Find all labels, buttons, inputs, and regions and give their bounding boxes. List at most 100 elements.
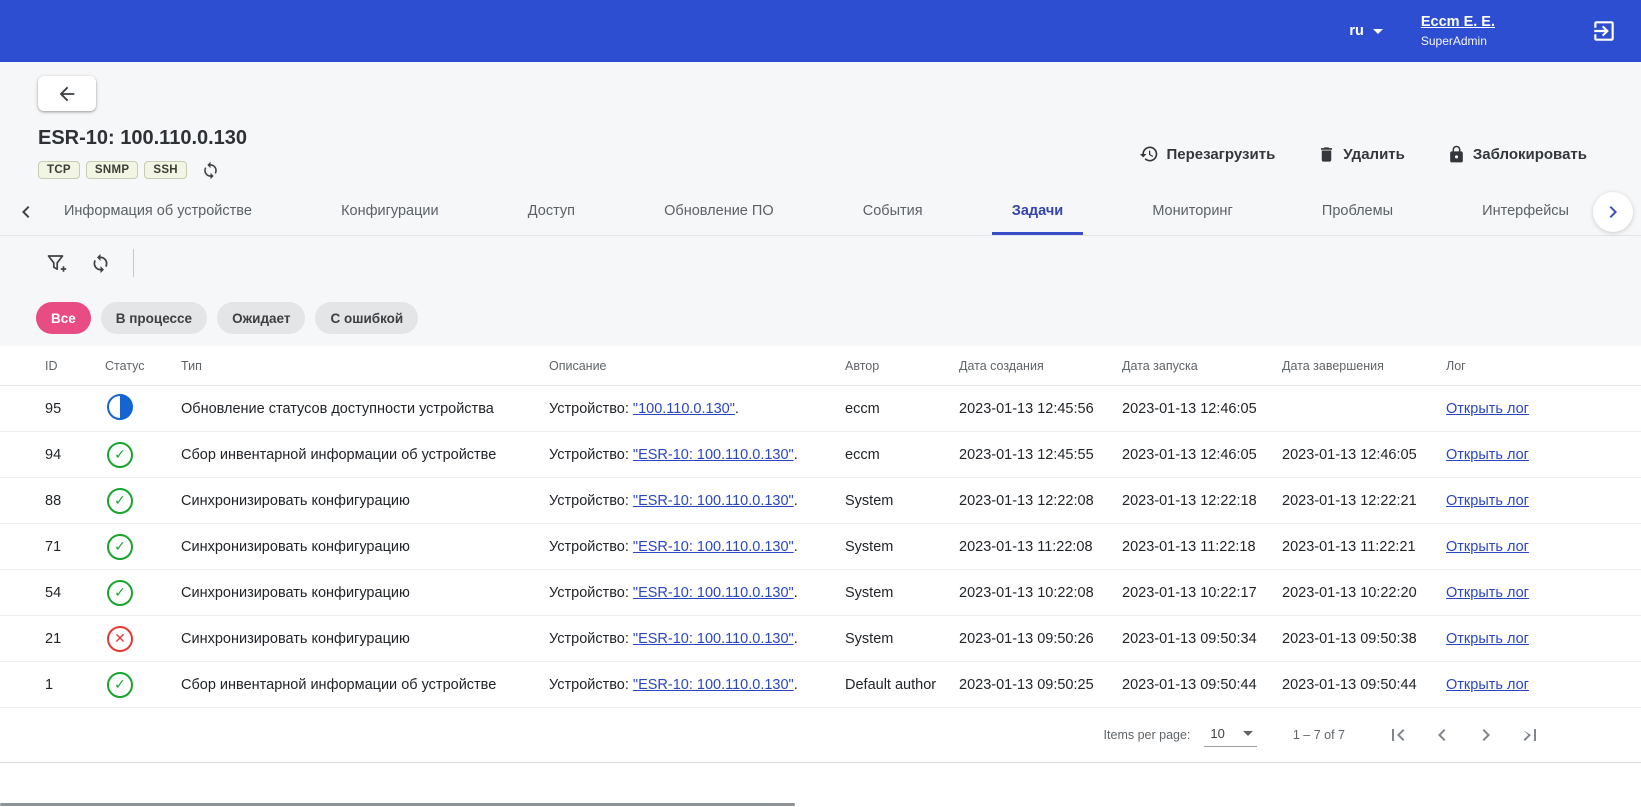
task-created: 2023-01-13 09:50:26 <box>959 631 1122 647</box>
sync-protocols-button[interactable] <box>201 161 220 180</box>
tab-firmware-update[interactable]: Обновление ПО <box>644 189 793 235</box>
chevron-right-icon <box>1601 200 1625 224</box>
tasks-toolbar <box>0 236 1641 290</box>
tab-configurations[interactable]: Конфигурации <box>321 189 459 235</box>
language-selector[interactable]: ru <box>1349 23 1383 39</box>
task-type: Синхронизировать конфигурацию <box>181 585 549 601</box>
items-per-page-select[interactable]: 10 <box>1204 724 1256 747</box>
task-finished: 2023-01-13 12:22:21 <box>1282 493 1446 509</box>
last-page-button[interactable] <box>1511 716 1549 754</box>
filter-chip-all[interactable]: Все <box>36 302 91 334</box>
device-title-block: ESR-10: 100.110.0.130 TCP SNMP SSH <box>38 127 247 181</box>
table-row: 1 Сбор инвентарной информации об устройс… <box>0 662 1641 708</box>
tab-problems[interactable]: Проблемы <box>1302 189 1413 235</box>
column-header-finished: Дата завершения <box>1282 359 1446 373</box>
open-log-link[interactable]: Открыть лог <box>1446 585 1529 601</box>
task-author: System <box>845 493 959 509</box>
open-log-link[interactable]: Открыть лог <box>1446 677 1529 693</box>
task-author: System <box>845 539 959 555</box>
status-error-icon <box>107 626 133 652</box>
block-device-button[interactable]: Заблокировать <box>1447 145 1587 164</box>
restart-device-button[interactable]: Перезагрузить <box>1139 144 1275 164</box>
device-link[interactable]: "ESR-10: 100.110.0.130" <box>633 585 794 601</box>
delete-device-button[interactable]: Удалить <box>1317 145 1405 164</box>
task-finished: 2023-01-13 09:50:44 <box>1282 677 1446 693</box>
tab-events[interactable]: События <box>843 189 943 235</box>
task-author: System <box>845 631 959 647</box>
open-log-link[interactable]: Открыть лог <box>1446 539 1529 555</box>
column-header-id: ID <box>45 359 105 373</box>
task-id: 21 <box>45 631 105 647</box>
restart-label: Перезагрузить <box>1166 146 1275 163</box>
description-prefix: Устройство: <box>549 401 629 417</box>
description-suffix: . <box>794 631 798 647</box>
task-author: eccm <box>845 447 959 463</box>
tab-access[interactable]: Доступ <box>508 189 595 235</box>
table-row: 94 Сбор инвентарной информации об устрой… <box>0 432 1641 478</box>
open-log-link[interactable]: Открыть лог <box>1446 631 1529 647</box>
filter-chip-waiting[interactable]: Ожидает <box>217 302 305 334</box>
chevron-left-icon <box>14 200 38 224</box>
add-filter-button[interactable] <box>44 251 68 275</box>
first-page-button[interactable] <box>1379 716 1417 754</box>
task-started: 2023-01-13 12:46:05 <box>1122 447 1282 463</box>
task-type: Синхронизировать конфигурацию <box>181 631 549 647</box>
task-description: Устройство: "ESR-10: 100.110.0.130". <box>549 585 845 601</box>
arrow-back-icon <box>56 83 78 105</box>
column-header-created: Дата создания <box>959 359 1122 373</box>
task-started: 2023-01-13 10:22:17 <box>1122 585 1282 601</box>
device-link[interactable]: "ESR-10: 100.110.0.130" <box>633 539 794 555</box>
task-created: 2023-01-13 12:22:08 <box>959 493 1122 509</box>
task-author: Default author <box>845 677 959 693</box>
refresh-tasks-button[interactable] <box>90 253 111 274</box>
logout-icon <box>1591 18 1617 44</box>
user-menu[interactable]: Eccm E. E. SuperAdmin <box>1421 14 1495 48</box>
tabs-scroll-right-button[interactable] <box>1593 192 1633 232</box>
task-id: 94 <box>45 447 105 463</box>
next-page-button[interactable] <box>1467 716 1505 754</box>
open-log-link[interactable]: Открыть лог <box>1446 401 1529 417</box>
filter-chip-in-progress[interactable]: В процессе <box>101 302 207 334</box>
device-link[interactable]: "100.110.0.130" <box>633 401 735 417</box>
tab-interfaces[interactable]: Интерфейсы <box>1462 189 1589 235</box>
column-header-status: Статус <box>105 359 181 373</box>
description-prefix: Устройство: <box>549 585 629 601</box>
pagination: Items per page: 10 1 – 7 of 7 <box>0 708 1641 762</box>
device-link[interactable]: "ESR-10: 100.110.0.130" <box>633 631 794 647</box>
description-prefix: Устройство: <box>549 677 629 693</box>
items-per-page-label: Items per page: <box>1104 728 1191 742</box>
open-log-link[interactable]: Открыть лог <box>1446 493 1529 509</box>
task-created: 2023-01-13 11:22:08 <box>959 539 1122 555</box>
device-actions: Перезагрузить Удалить Заблокировать <box>1139 144 1587 164</box>
task-author: System <box>845 585 959 601</box>
device-link[interactable]: "ESR-10: 100.110.0.130" <box>633 677 794 693</box>
task-description: Устройство: "100.110.0.130". <box>549 401 845 417</box>
status-cell <box>105 442 181 468</box>
column-header-started: Дата запуска <box>1122 359 1282 373</box>
task-finished: 2023-01-13 10:22:20 <box>1282 585 1446 601</box>
tab-bar: Информация об устройстве Конфигурации До… <box>0 189 1641 236</box>
back-button[interactable] <box>38 76 96 111</box>
previous-page-button[interactable] <box>1423 716 1461 754</box>
user-name-link[interactable]: Eccm E. E. <box>1421 14 1495 30</box>
task-type: Сбор инвентарной информации об устройств… <box>181 447 549 463</box>
open-log-link[interactable]: Открыть лог <box>1446 447 1529 463</box>
device-link[interactable]: "ESR-10: 100.110.0.130" <box>633 493 794 509</box>
status-cell <box>105 580 181 606</box>
tab-device-info[interactable]: Информация об устройстве <box>44 189 272 235</box>
horizontal-scrollbar[interactable] <box>0 803 795 806</box>
tab-monitoring[interactable]: Мониторинг <box>1132 189 1252 235</box>
task-id: 95 <box>45 401 105 417</box>
status-in-progress-icon <box>107 394 133 420</box>
task-started: 2023-01-13 12:22:18 <box>1122 493 1282 509</box>
tabs-scroll-left-button[interactable] <box>8 189 44 235</box>
status-cell <box>105 488 181 514</box>
device-link[interactable]: "ESR-10: 100.110.0.130" <box>633 447 794 463</box>
status-success-icon <box>107 534 133 560</box>
logout-button[interactable] <box>1591 18 1617 44</box>
tab-tasks[interactable]: Задачи <box>992 189 1083 235</box>
task-description: Устройство: "ESR-10: 100.110.0.130". <box>549 677 845 693</box>
filter-chip-error[interactable]: С ошибкой <box>315 302 418 334</box>
column-header-author: Автор <box>845 359 959 373</box>
chevron-right-icon <box>1474 723 1498 747</box>
